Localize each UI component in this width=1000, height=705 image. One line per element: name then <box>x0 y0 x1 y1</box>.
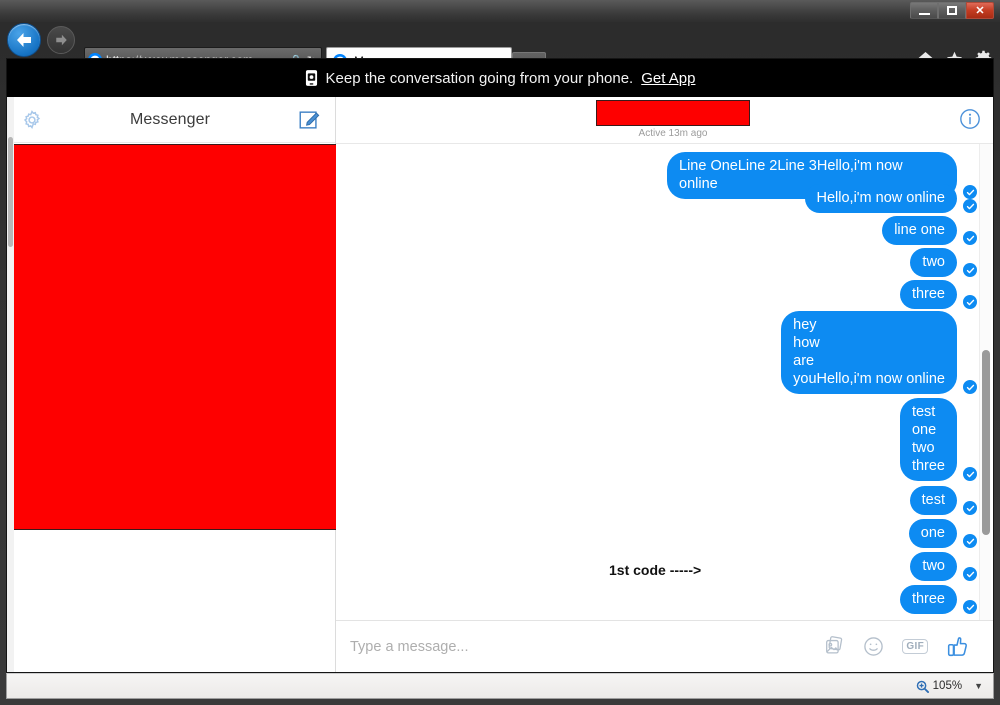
back-button[interactable] <box>7 23 41 57</box>
redacted-contact-name <box>596 100 750 126</box>
conversation-panel: Active 13m ago Line OneLine 2Line 3Hello… <box>336 97 993 672</box>
thumbs-up-icon[interactable] <box>946 635 969 658</box>
message-bubble[interactable]: two <box>910 248 957 277</box>
message-bubble[interactable]: two <box>910 552 957 581</box>
seen-check-icon <box>963 534 977 548</box>
zoom-in-icon <box>916 680 929 693</box>
maximize-button[interactable] <box>938 2 966 19</box>
banner-text: Keep the conversation going from your ph… <box>325 69 634 87</box>
thread-scrollbar-thumb[interactable] <box>982 350 990 535</box>
compose-pencil-icon[interactable] <box>297 108 321 132</box>
minimize-button[interactable] <box>910 2 938 19</box>
photos-icon[interactable] <box>823 636 845 657</box>
message-row[interactable]: test one two three <box>899 398 957 481</box>
window-controls: ✕ <box>910 2 994 19</box>
message-thread[interactable]: Line OneLine 2Line 3Hello,i'm now online… <box>336 144 993 620</box>
message-row[interactable]: one <box>908 519 957 548</box>
message-row[interactable]: test <box>909 486 957 515</box>
conversations-sidebar: Messenger <box>7 97 338 672</box>
browser-window: ✕ https://www.messenger.com ⌕ ▾ 🔒 ↻ <box>0 0 1000 705</box>
page-scrollbar[interactable] <box>7 97 14 672</box>
seen-check-icon <box>963 567 977 581</box>
smiley-icon[interactable] <box>863 636 884 657</box>
seen-check-icon <box>963 199 977 213</box>
messenger-app: Messenger Active 13m ago Line OneLine 2L… <box>7 97 993 672</box>
message-bubble[interactable]: Hello,i'm now online <box>804 184 957 213</box>
message-bubble[interactable]: three <box>899 280 957 309</box>
sidebar-title: Messenger <box>129 110 211 128</box>
seen-check-icon <box>963 600 977 614</box>
thread-scrollbar[interactable] <box>979 144 991 620</box>
message-row[interactable]: three <box>899 280 957 309</box>
message-bubble[interactable]: three <box>899 585 957 614</box>
annotation-first-code: 1st code -----> <box>609 562 702 578</box>
message-bubble[interactable]: line one <box>882 216 957 245</box>
seen-check-icon <box>963 295 977 309</box>
page-scrollbar-thumb[interactable] <box>8 137 13 247</box>
gif-button[interactable]: GIF <box>902 639 928 654</box>
forward-arrow-icon <box>55 34 67 46</box>
window-title-bar: ✕ <box>0 0 1000 22</box>
message-bubble[interactable]: test one two three <box>899 398 957 481</box>
seen-check-icon <box>963 231 977 245</box>
zoom-indicator[interactable]: 105% <box>916 680 962 693</box>
zoom-dropdown-caret[interactable]: ▼ <box>974 681 983 691</box>
seen-check-icon <box>963 263 977 277</box>
mobile-phone-icon <box>305 69 318 87</box>
seen-check-icon <box>963 501 977 515</box>
message-composer: GIF <box>336 620 993 672</box>
message-bubble[interactable]: hey how are youHello,i'm now online <box>781 311 957 394</box>
seen-check-icon <box>963 185 977 199</box>
get-app-link[interactable]: Get App <box>641 70 695 87</box>
forward-button[interactable] <box>47 26 75 54</box>
sidebar-header: Messenger <box>7 97 335 143</box>
message-input[interactable] <box>346 638 824 655</box>
active-status-text: Active 13m ago <box>638 128 708 139</box>
info-circle-icon[interactable] <box>959 108 981 130</box>
close-window-button[interactable]: ✕ <box>966 2 994 19</box>
back-arrow-icon <box>17 33 31 47</box>
conversation-header: Active 13m ago <box>336 97 993 144</box>
message-row[interactable]: hey how are youHello,i'm now online <box>781 311 957 394</box>
message-row[interactable]: Hello,i'm now online <box>804 184 957 213</box>
browser-navigation-bar: https://www.messenger.com ⌕ ▾ 🔒 ↻ Messen… <box>0 22 1000 74</box>
get-app-banner: Keep the conversation going from your ph… <box>7 59 993 97</box>
seen-check-icon <box>963 380 977 394</box>
composer-actions: GIF <box>823 635 979 658</box>
message-row[interactable]: line one <box>882 216 957 245</box>
message-row[interactable]: three <box>899 585 957 614</box>
redacted-conversation-list <box>10 144 338 530</box>
zoom-level-text: 105% <box>932 680 963 692</box>
gear-icon[interactable] <box>21 109 43 131</box>
message-row[interactable]: two <box>910 552 957 581</box>
message-bubble[interactable]: one <box>908 519 957 548</box>
page-viewport: Keep the conversation going from your ph… <box>6 58 994 673</box>
message-row[interactable]: two <box>910 248 957 277</box>
browser-status-bar: 105% ▼ <box>6 673 994 699</box>
message-bubble[interactable]: test <box>909 486 957 515</box>
seen-check-icon <box>963 467 977 481</box>
